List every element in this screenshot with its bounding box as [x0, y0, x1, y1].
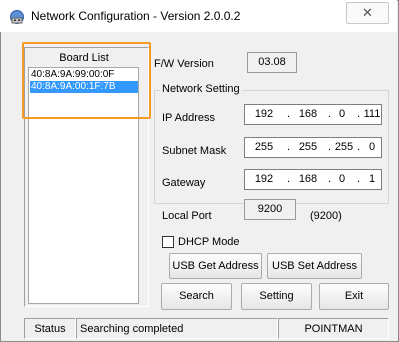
ip-dot: . — [357, 173, 361, 185]
status-label: Status — [24, 318, 76, 339]
board-list-highlight — [22, 42, 151, 119]
local-port-note: (9200) — [310, 210, 342, 222]
status-message: Searching completed — [76, 318, 278, 339]
gateway-label: Gateway — [162, 177, 206, 189]
gateway-octet-4: 1 — [368, 173, 376, 185]
fw-version-label: F/W Version — [154, 58, 214, 70]
ip-address-field[interactable]: 192 . 168 . 0 . 111 — [244, 104, 382, 125]
close-button[interactable]: ✕ — [346, 2, 389, 24]
ip-dot: . — [357, 141, 361, 153]
ip-dot: . — [328, 108, 332, 120]
gateway-field[interactable]: 192 . 168 . 0 . 1 — [244, 169, 382, 190]
usb-get-address-button[interactable]: USB Get Address — [169, 253, 262, 279]
local-port-label: Local Port — [162, 210, 212, 222]
exit-button[interactable]: Exit — [319, 283, 389, 310]
ip-octet-3: 0 — [338, 108, 346, 120]
close-icon: ✕ — [362, 5, 373, 20]
ip-dot: . — [357, 108, 361, 120]
subnet-octet-4: 0 — [368, 141, 376, 153]
dhcp-mode-label: DHCP Mode — [178, 236, 240, 248]
ip-octet-4: 111 — [363, 108, 381, 120]
subnet-octet-2: 255 — [298, 141, 318, 153]
subnet-mask-label: Subnet Mask — [162, 145, 227, 157]
setting-button[interactable]: Setting — [241, 283, 312, 310]
ip-dot: . — [287, 108, 291, 120]
gateway-octet-3: 0 — [338, 173, 346, 185]
ip-octet-1: 192 — [254, 108, 274, 120]
local-port-field[interactable]: 9200 — [244, 199, 296, 220]
dhcp-checkbox[interactable] — [162, 236, 174, 248]
network-setting-label: Network Setting — [160, 83, 242, 95]
ip-dot: . — [328, 173, 332, 185]
gateway-octet-1: 192 — [254, 173, 274, 185]
ip-dot: . — [287, 141, 291, 153]
network-globe-icon — [9, 9, 25, 25]
search-button[interactable]: Search — [161, 283, 232, 310]
status-brand: POINTMAN — [278, 318, 389, 339]
usb-set-address-button[interactable]: USB Set Address — [267, 253, 362, 279]
fw-version-field: 03.08 — [247, 52, 297, 73]
ip-dot: . — [328, 141, 332, 153]
subnet-octet-1: 255 — [254, 141, 274, 153]
window-title: Network Configuration - Version 2.0.0.2 — [31, 9, 241, 23]
subnet-octet-3: 255 — [334, 141, 354, 153]
gateway-octet-2: 168 — [298, 173, 318, 185]
subnet-mask-field[interactable]: 255 . 255 . 255 . 0 — [244, 137, 382, 158]
ip-address-label: IP Address — [162, 112, 215, 124]
ip-dot: . — [287, 173, 291, 185]
ip-octet-2: 168 — [298, 108, 318, 120]
